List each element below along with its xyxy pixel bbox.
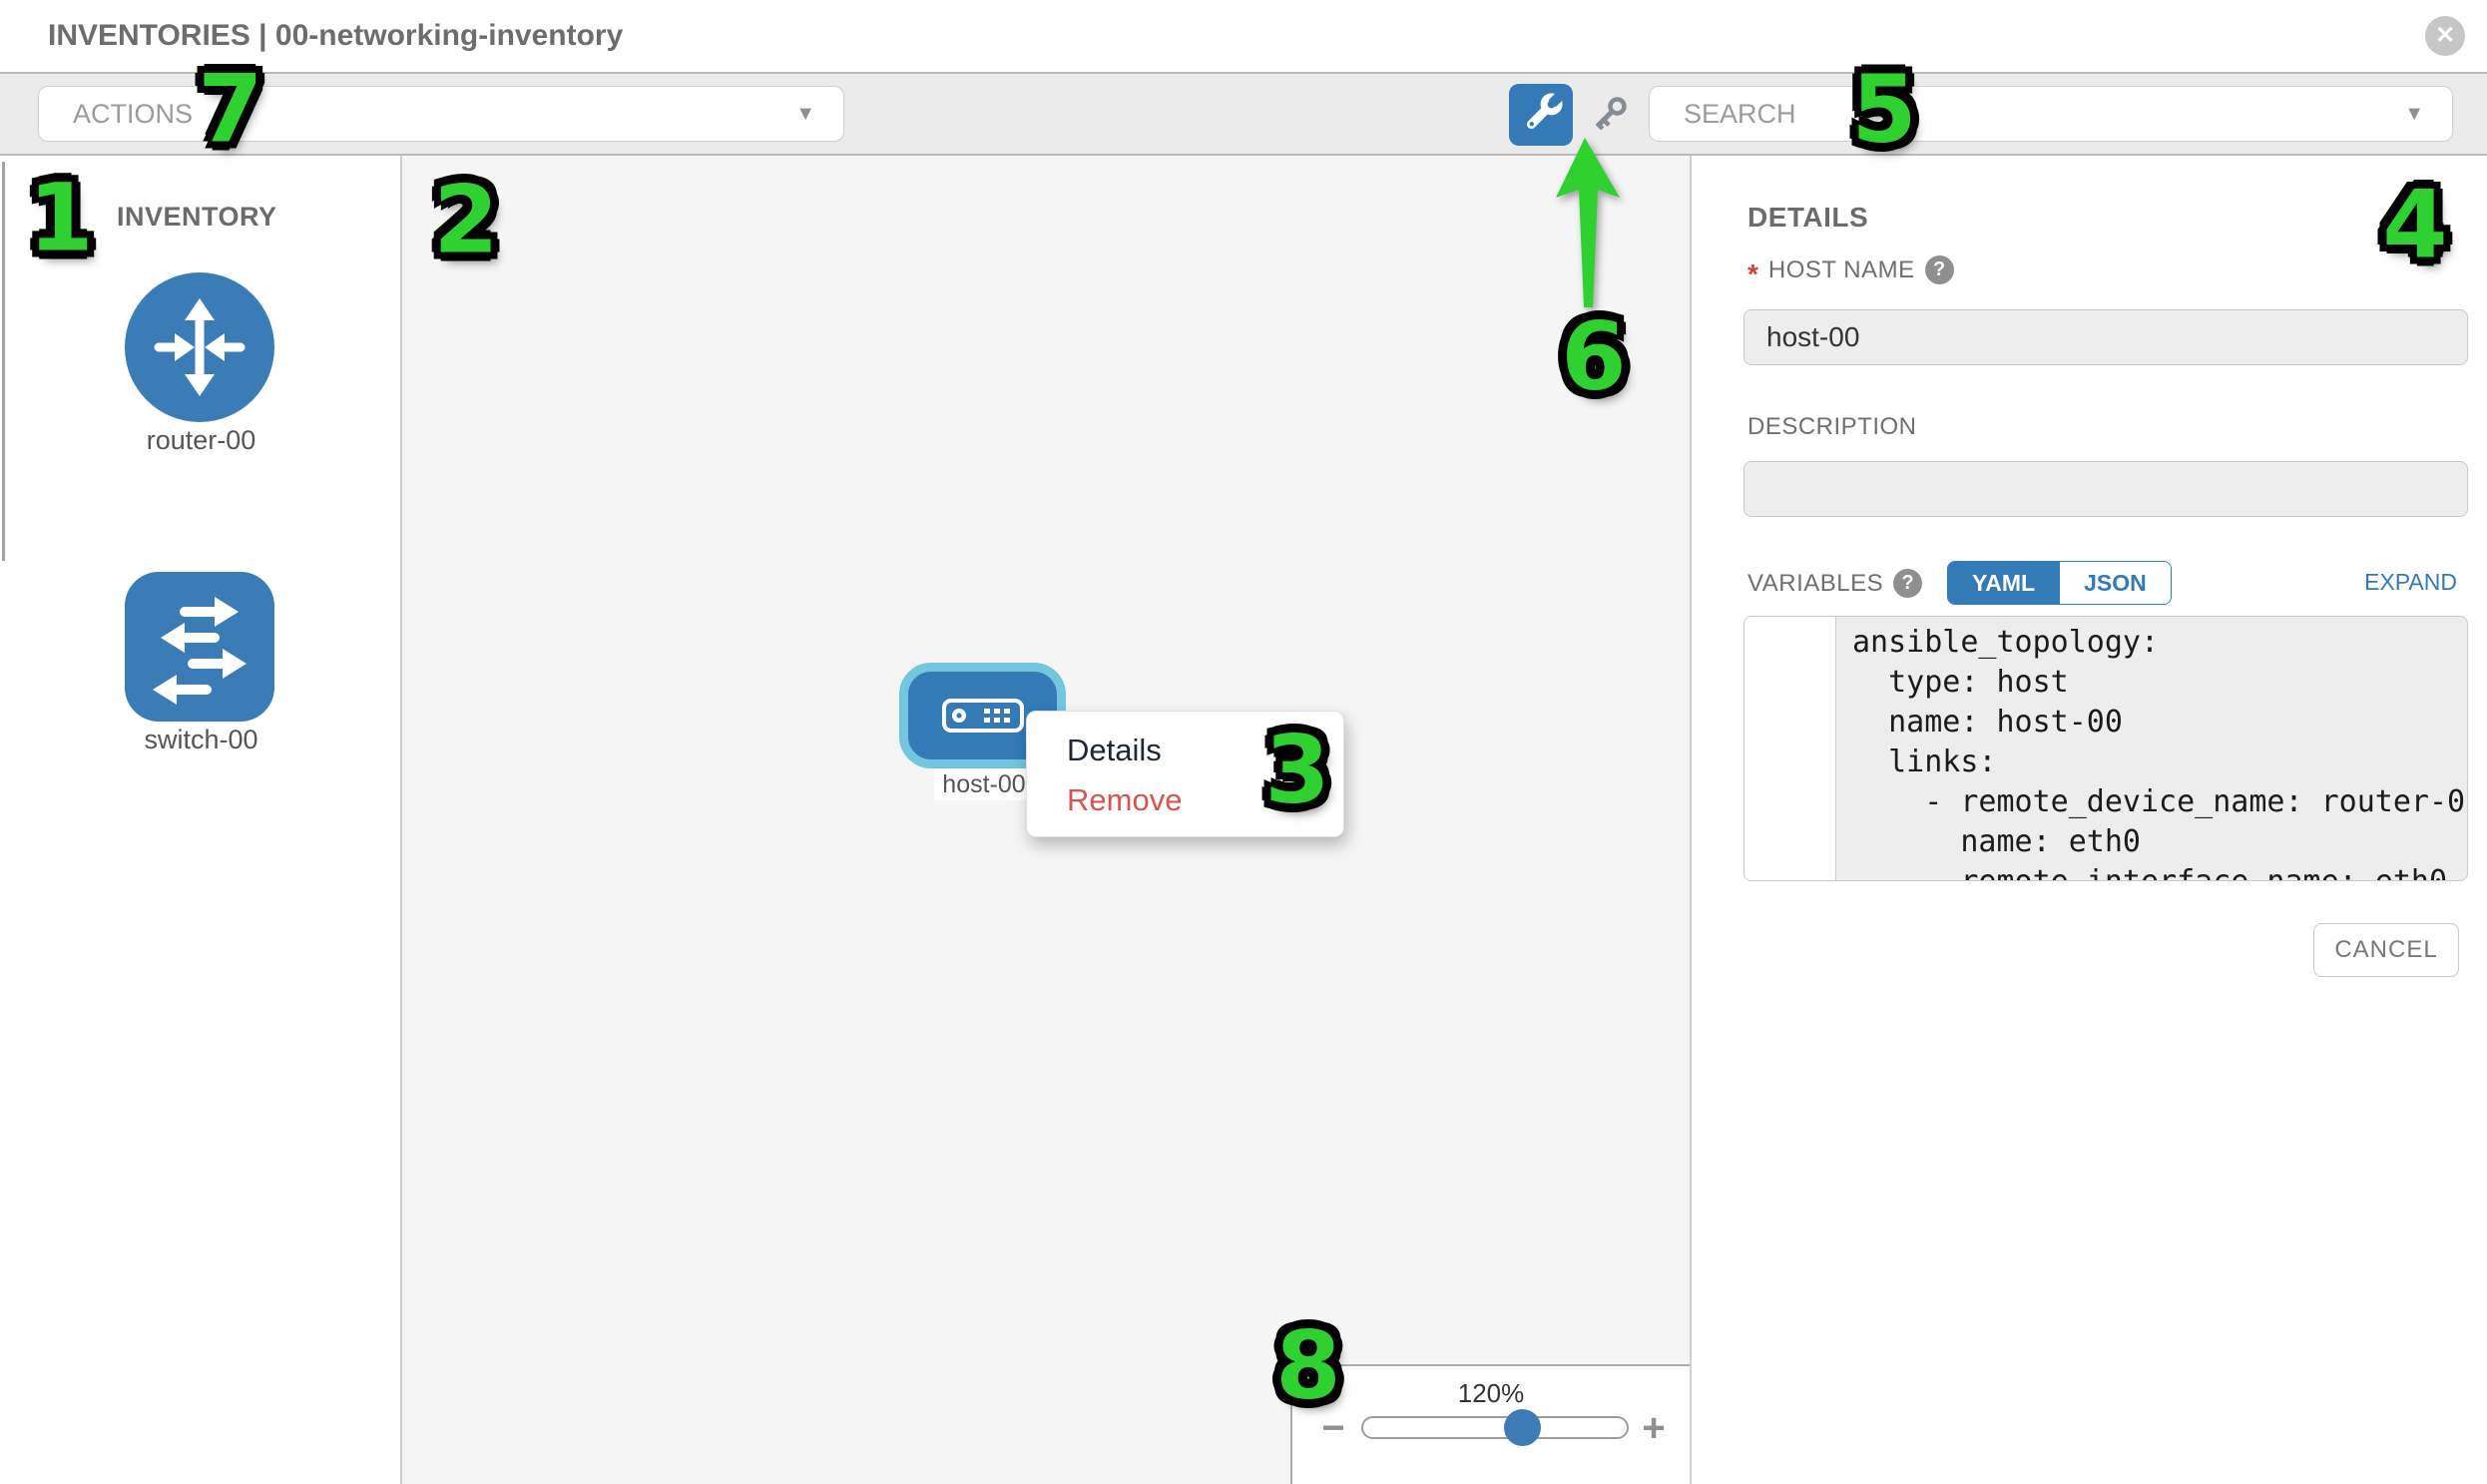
line-text: ansible_topology:: [1836, 623, 2159, 663]
code-line: 4 links:: [1744, 742, 2467, 782]
description-input[interactable]: [1743, 461, 2468, 517]
host-name-input[interactable]: [1743, 309, 2468, 365]
search-dropdown-label: SEARCH: [1684, 87, 1796, 141]
zoom-control-panel: 120% − +: [1290, 1364, 1690, 1484]
close-icon[interactable]: ✕: [2425, 16, 2465, 56]
host-name-label-row: * HOST NAME ?: [1747, 255, 1954, 284]
cancel-button[interactable]: CANCEL: [2313, 923, 2459, 977]
code-line: 2 type: host: [1744, 663, 2467, 703]
yaml-toggle[interactable]: YAML: [1948, 562, 2059, 604]
topology-canvas[interactable]: host-00 Details Remove 120% − +: [402, 156, 1690, 1484]
details-panel: DETAILS * HOST NAME ? DESCRIPTION VARIAB…: [1690, 156, 2487, 1484]
variables-format-toggle: YAML JSON: [1947, 561, 2172, 605]
title-bar: INVENTORIES | 00-networking-inventory ✕: [0, 0, 2487, 72]
zoom-level-label: 120%: [1292, 1378, 1690, 1409]
toolbar: ACTIONS ▼: [0, 72, 2487, 156]
palette-accent-bar: [2, 162, 5, 561]
zoom-slider-handle[interactable]: [1504, 1409, 1541, 1446]
context-menu-remove[interactable]: Remove: [1027, 775, 1343, 825]
key-icon: [1586, 92, 1632, 138]
palette-item-switch-label: switch-00: [0, 725, 402, 755]
zoom-slider-track[interactable]: [1361, 1416, 1629, 1439]
palette-item-router[interactable]: [125, 272, 274, 422]
zoom-in-button[interactable]: +: [1634, 1406, 1674, 1451]
code-line: 7 remote_interface_name: eth0: [1744, 862, 2467, 881]
line-text: name: host-00: [1836, 703, 2123, 742]
code-line: 5 - remote_device_name: router-00: [1744, 782, 2467, 822]
inventory-palette-title: INVENTORY: [117, 202, 277, 233]
help-icon[interactable]: ?: [1925, 255, 1954, 284]
json-toggle[interactable]: JSON: [2059, 562, 2171, 604]
host-node-label: host-00: [934, 768, 1034, 800]
required-asterisk: *: [1747, 264, 1758, 284]
description-label-row: DESCRIPTION: [1747, 413, 1917, 441]
configure-tools-button[interactable]: [1509, 84, 1573, 146]
node-context-menu: Details Remove: [1026, 711, 1344, 837]
host-name-label: HOST NAME: [1768, 256, 1915, 284]
switch-icon: [125, 572, 274, 722]
line-text: name: eth0: [1836, 822, 2141, 862]
variables-label-row: VARIABLES ?: [1747, 569, 1922, 598]
inventory-topology-page: INVENTORIES | 00-networking-inventory ✕ …: [0, 0, 2487, 1484]
wrench-icon: [1509, 84, 1573, 146]
variables-label: VARIABLES: [1747, 570, 1883, 598]
context-menu-details[interactable]: Details: [1027, 726, 1343, 775]
zoom-out-button[interactable]: −: [1313, 1406, 1353, 1451]
line-text: type: host: [1836, 663, 2069, 703]
help-icon[interactable]: ?: [1893, 569, 1922, 598]
variables-code-editor[interactable]: 1 ansible_topology: 2 type: host 3 name:…: [1743, 616, 2468, 881]
search-dropdown[interactable]: SEARCH ▼: [1649, 86, 2453, 142]
palette-item-switch[interactable]: [125, 572, 274, 722]
line-text: remote_interface_name: eth0: [1836, 862, 2447, 881]
details-panel-title: DETAILS: [1747, 202, 1868, 234]
description-label: DESCRIPTION: [1747, 413, 1917, 441]
code-gutter: [1744, 617, 1836, 880]
palette-item-router-label: router-00: [0, 425, 402, 456]
line-text: links:: [1836, 742, 1997, 782]
chevron-down-icon: ▼: [795, 87, 815, 141]
chevron-down-icon: ▼: [2404, 87, 2424, 141]
code-line: 3 name: host-00: [1744, 703, 2467, 742]
router-icon: [125, 272, 274, 422]
code-line: 1 ansible_topology:: [1744, 623, 2467, 663]
page-title: INVENTORIES | 00-networking-inventory: [48, 0, 623, 72]
actions-dropdown[interactable]: ACTIONS ▼: [38, 86, 844, 142]
host-icon: [942, 699, 1024, 733]
line-text: - remote_device_name: router-00: [1836, 782, 2468, 822]
code-line: 6 name: eth0: [1744, 822, 2467, 862]
inventory-palette: INVENTORY router-00: [0, 156, 402, 1484]
key-button[interactable]: [1586, 92, 1632, 138]
expand-link[interactable]: EXPAND: [2364, 569, 2457, 596]
actions-dropdown-label: ACTIONS: [73, 87, 193, 141]
